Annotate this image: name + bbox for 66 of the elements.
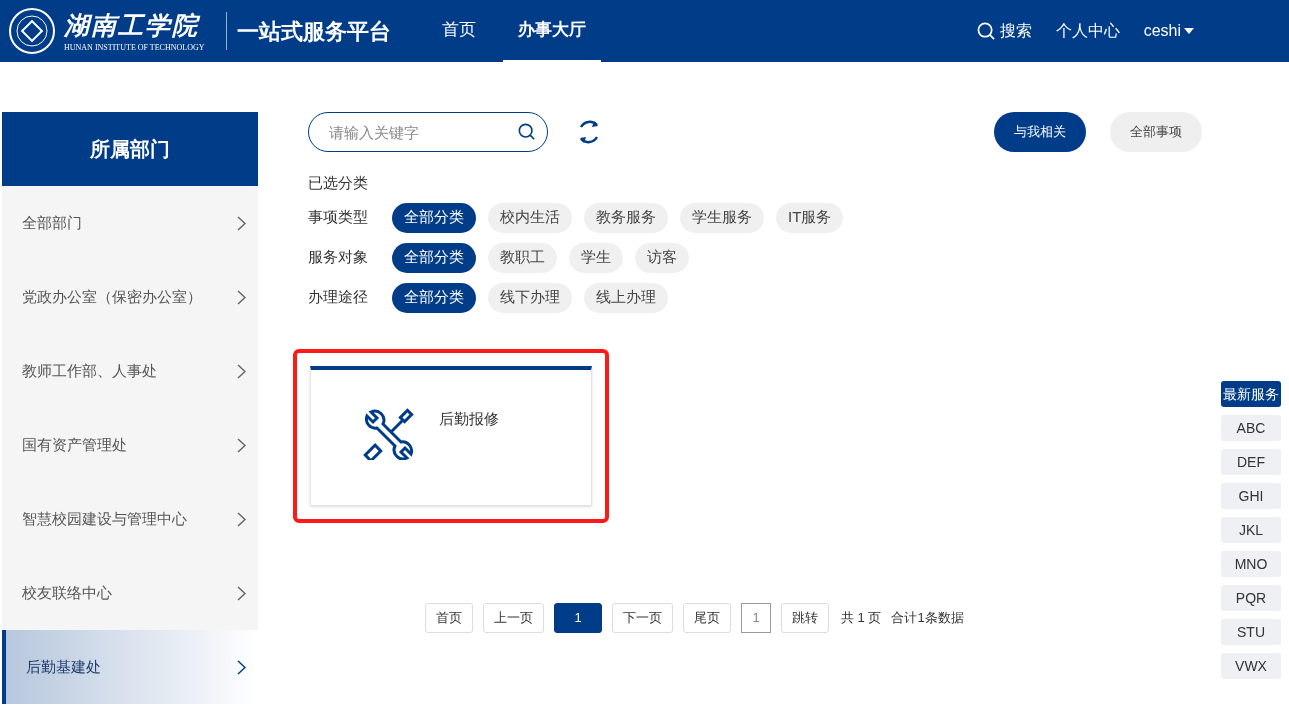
letter-index-tab[interactable]: GHI [1221, 483, 1281, 509]
previous-page-button[interactable]: 上一页 [483, 602, 544, 633]
search-field[interactable]: 请输入关键字 [308, 112, 548, 152]
platform-title: 一站式服务平台 [237, 17, 391, 46]
school-english-name: HUNAN INSTITUTE OF TECHNOLOGY [64, 43, 206, 53]
letter-index-tab[interactable]: PQR [1221, 585, 1281, 611]
letter-index-tab[interactable]: STU [1221, 619, 1281, 645]
caret-icon [1184, 28, 1194, 34]
chevron-right-icon [237, 511, 246, 527]
filter-label: 办理途径 [308, 287, 369, 308]
chevron-right-icon [237, 363, 246, 379]
department-item[interactable]: 全部部门 [2, 186, 258, 260]
wrench-screwdriver-icon [363, 407, 415, 460]
last-page-button[interactable]: 尾页 [683, 602, 731, 633]
next-page-button[interactable]: 下一页 [612, 602, 673, 633]
letter-index-tab[interactable]: 最新服务 [1221, 381, 1281, 407]
department-item[interactable]: 国有资产管理处 [2, 408, 258, 482]
filter-label: 事项类型 [308, 207, 369, 228]
nav-tab[interactable]: 首页 [427, 0, 491, 62]
department-item[interactable]: 党政办公室（保密办公室） [2, 260, 258, 334]
total-pages: 共 1 页 [841, 608, 882, 627]
filter-chip[interactable]: 教职工 [488, 242, 557, 273]
search-icon [976, 21, 996, 41]
search-link[interactable]: 搜索 [976, 19, 1032, 43]
school-seal-icon [8, 7, 56, 55]
scope-button[interactable]: 与我相关 [994, 112, 1086, 152]
jump-button[interactable]: 跳转 [781, 602, 829, 633]
filter-chip[interactable]: 全部分类 [392, 282, 476, 313]
filter-chip[interactable]: 学生 [569, 242, 623, 273]
filter-chip[interactable]: 全部分类 [392, 242, 476, 273]
user-menu[interactable]: ceshi [1143, 19, 1194, 43]
chevron-right-icon [237, 585, 246, 601]
sidebar-title: 所属部门 [2, 112, 258, 186]
filter-chip[interactable]: 访客 [635, 242, 689, 273]
filter-chip[interactable]: 全部分类 [392, 202, 476, 233]
letter-index-tab[interactable]: VWX [1221, 653, 1281, 679]
school-name: 湖南工学院 [64, 10, 201, 42]
page-input[interactable]: 1 [741, 602, 771, 633]
page-number-button[interactable]: 1 [554, 602, 602, 633]
total-records: 合计1条数据 [891, 608, 964, 627]
filter-chip[interactable]: 教务服务 [584, 202, 668, 233]
service-card[interactable]: 后勤报修 [310, 365, 592, 506]
filter-chip[interactable]: IT服务 [776, 202, 844, 233]
letter-index-tab[interactable]: DEF [1221, 449, 1281, 475]
filter-chip[interactable]: 校内生活 [488, 202, 572, 233]
filter-label: 服务对象 [308, 247, 369, 268]
nav-tab[interactable]: 办事大厅 [503, 0, 601, 62]
letter-index-tab[interactable]: JKL [1221, 517, 1281, 543]
selected-categories-label: 已选分类 [308, 173, 369, 193]
department-item[interactable]: 校友联络中心 [2, 556, 258, 630]
filter-chip[interactable]: 学生服务 [680, 202, 764, 233]
letter-index-tab[interactable]: ABC [1221, 415, 1281, 441]
first-page-button[interactable]: 首页 [425, 602, 473, 633]
search-icon [518, 123, 536, 141]
chevron-right-icon [237, 659, 246, 675]
scope-button[interactable]: 全部事项 [1110, 112, 1202, 152]
filter-chip[interactable]: 线上办理 [584, 282, 668, 313]
department-item[interactable]: 智慧校园建设与管理中心 [2, 482, 258, 556]
personal-center-link[interactable]: 个人中心 [1055, 19, 1120, 43]
chevron-right-icon [237, 437, 246, 453]
letter-index-tab[interactable]: MNO [1221, 551, 1281, 577]
chevron-right-icon [237, 215, 246, 231]
filter-chip[interactable]: 线下办理 [488, 282, 572, 313]
service-title: 后勤报修 [439, 408, 499, 429]
chevron-right-icon [237, 289, 246, 305]
department-item[interactable]: 教师工作部、人事处 [2, 334, 258, 408]
